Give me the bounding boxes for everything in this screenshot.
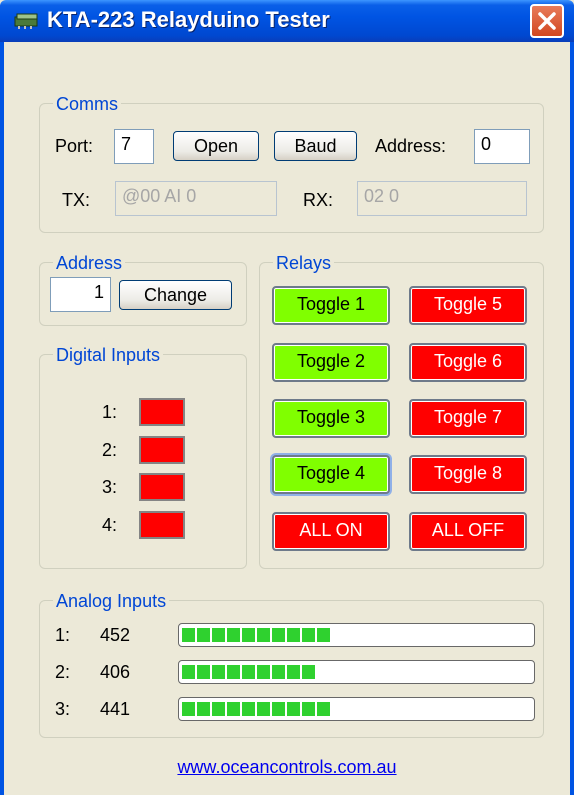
analog-inputs-legend: Analog Inputs [53, 591, 170, 612]
close-button[interactable] [530, 4, 564, 38]
progress-segment [317, 702, 330, 716]
progress-segment [197, 702, 210, 716]
progress-segment [242, 665, 255, 679]
rx-field: 02 0 [357, 181, 527, 216]
toggle-7-button[interactable]: Toggle 7 [409, 399, 527, 438]
app-window: KTA-223 Relayduino Tester Comms Port: 7 … [0, 0, 574, 795]
relay-board-icon [14, 13, 38, 29]
analog-input-3-label: 3: [55, 699, 71, 719]
analog-input-1-bar [178, 623, 535, 647]
address-input[interactable]: 1 [50, 277, 111, 312]
analog-input-2-value: 406 [100, 662, 131, 682]
relays-legend: Relays [273, 253, 335, 274]
title-bar[interactable]: KTA-223 Relayduino Tester [0, 0, 574, 42]
progress-segment [182, 628, 195, 642]
digital-input-2-label: 2: [102, 440, 118, 460]
tx-field: @00 AI 0 [115, 181, 277, 216]
all-on-button[interactable]: ALL ON [272, 512, 390, 551]
close-icon [538, 12, 556, 30]
progress-segment [302, 628, 315, 642]
analog-input-1-value: 452 [100, 625, 131, 645]
progress-segment [212, 702, 225, 716]
progress-segment [272, 702, 285, 716]
port-input[interactable]: 7 [114, 129, 154, 164]
digital-input-1-label: 1: [102, 402, 118, 422]
progress-segment [272, 665, 285, 679]
analog-input-1-label: 1: [55, 625, 71, 645]
toggle-1-button[interactable]: Toggle 1 [272, 286, 390, 325]
comms-address-input[interactable]: 0 [474, 129, 530, 164]
comms-legend: Comms [53, 94, 121, 115]
progress-segment [212, 665, 225, 679]
window-title: KTA-223 Relayduino Tester [47, 7, 330, 32]
progress-segment [197, 665, 210, 679]
toggle-8-button[interactable]: Toggle 8 [409, 455, 527, 494]
progress-segment [242, 702, 255, 716]
progress-segment [302, 702, 315, 716]
website-link[interactable]: www.oceancontrols.com.au [0, 757, 574, 778]
progress-segment [287, 702, 300, 716]
progress-segment [197, 628, 210, 642]
progress-segment [227, 702, 240, 716]
address-legend: Address [53, 253, 126, 274]
toggle-2-button[interactable]: Toggle 2 [272, 343, 390, 382]
progress-segment [227, 628, 240, 642]
progress-segment [257, 628, 270, 642]
open-button[interactable]: Open [173, 131, 259, 161]
analog-input-3-bar [178, 697, 535, 721]
digital-input-4-label: 4: [102, 515, 118, 535]
progress-segment [212, 628, 225, 642]
progress-segment [287, 628, 300, 642]
progress-segment [182, 665, 195, 679]
digital-input-3-indicator [139, 473, 185, 501]
port-label: Port: [55, 136, 94, 156]
baud-button[interactable]: Baud [274, 131, 357, 161]
toggle-5-button[interactable]: Toggle 5 [409, 286, 527, 325]
progress-segment [272, 628, 285, 642]
digital-input-2-indicator [139, 436, 185, 464]
toggle-3-button[interactable]: Toggle 3 [272, 399, 390, 438]
progress-segment [242, 628, 255, 642]
progress-segment [257, 702, 270, 716]
comms-address-label: Address: [375, 136, 447, 156]
toggle-4-button[interactable]: Toggle 4 [272, 455, 390, 494]
digital-input-4-indicator [139, 511, 185, 539]
window-border-right [570, 42, 574, 795]
progress-segment [302, 665, 315, 679]
toggle-6-button[interactable]: Toggle 6 [409, 343, 527, 382]
analog-input-3-value: 441 [100, 699, 131, 719]
digital-input-3-label: 3: [102, 477, 118, 497]
progress-segment [257, 665, 270, 679]
all-off-button[interactable]: ALL OFF [409, 512, 527, 551]
progress-segment [287, 665, 300, 679]
analog-input-2-bar [178, 660, 535, 684]
progress-segment [182, 702, 195, 716]
analog-input-2-label: 2: [55, 662, 71, 682]
tx-label: TX: [62, 190, 91, 210]
rx-label: RX: [303, 190, 334, 210]
digital-inputs-legend: Digital Inputs [53, 345, 164, 366]
change-button[interactable]: Change [119, 280, 232, 310]
window-border-left [0, 42, 4, 795]
progress-segment [317, 628, 330, 642]
digital-input-1-indicator [139, 398, 185, 426]
progress-segment [227, 665, 240, 679]
